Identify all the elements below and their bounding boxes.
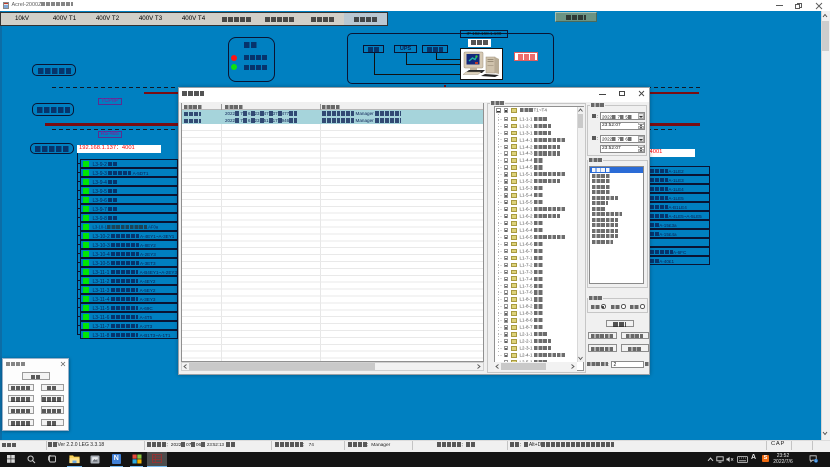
- svg-text:1: 1: [815, 459, 817, 463]
